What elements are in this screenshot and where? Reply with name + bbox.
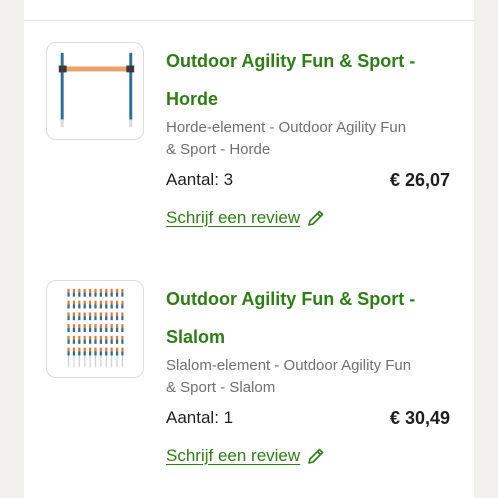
slalom-poles-icon [67,288,124,368]
product-variant-line2: & Sport - Slalom [166,379,276,396]
quantity-label: Aantal: 1 [166,408,234,427]
pencil-icon [306,208,326,228]
product-image-slalom[interactable] [46,280,144,378]
product-title-line1[interactable]: Outdoor Agility Fun & Sport - [166,42,456,80]
order-items-card: Outdoor Agility Fun & Sport - Horde Hord… [24,0,474,498]
price-label: € 26,07 [389,170,450,190]
product-variant-line2: & Sport - Horde [166,141,271,158]
hurdle-icon [58,52,135,128]
product-variant-line1: Slalom-element - Outdoor Agility Fun [166,357,412,374]
write-review-label: Schrijf een review [166,446,301,465]
product-title-line2[interactable]: Horde [166,80,456,118]
write-review-label: Schrijf een review [166,208,301,227]
product-image-hurdle[interactable] [46,42,144,140]
product-variant-line1: Horde-element - Outdoor Agility Fun [166,119,407,136]
write-review-link[interactable]: Schrijf een review [166,206,326,230]
product-title-line2[interactable]: Slalom [166,318,456,356]
section-divider [24,20,474,21]
pencil-icon [306,446,326,466]
product-title-line1[interactable]: Outdoor Agility Fun & Sport - [166,280,456,318]
price-label: € 30,49 [389,408,450,428]
quantity-label: Aantal: 3 [166,170,234,189]
write-review-link[interactable]: Schrijf een review [166,444,326,468]
